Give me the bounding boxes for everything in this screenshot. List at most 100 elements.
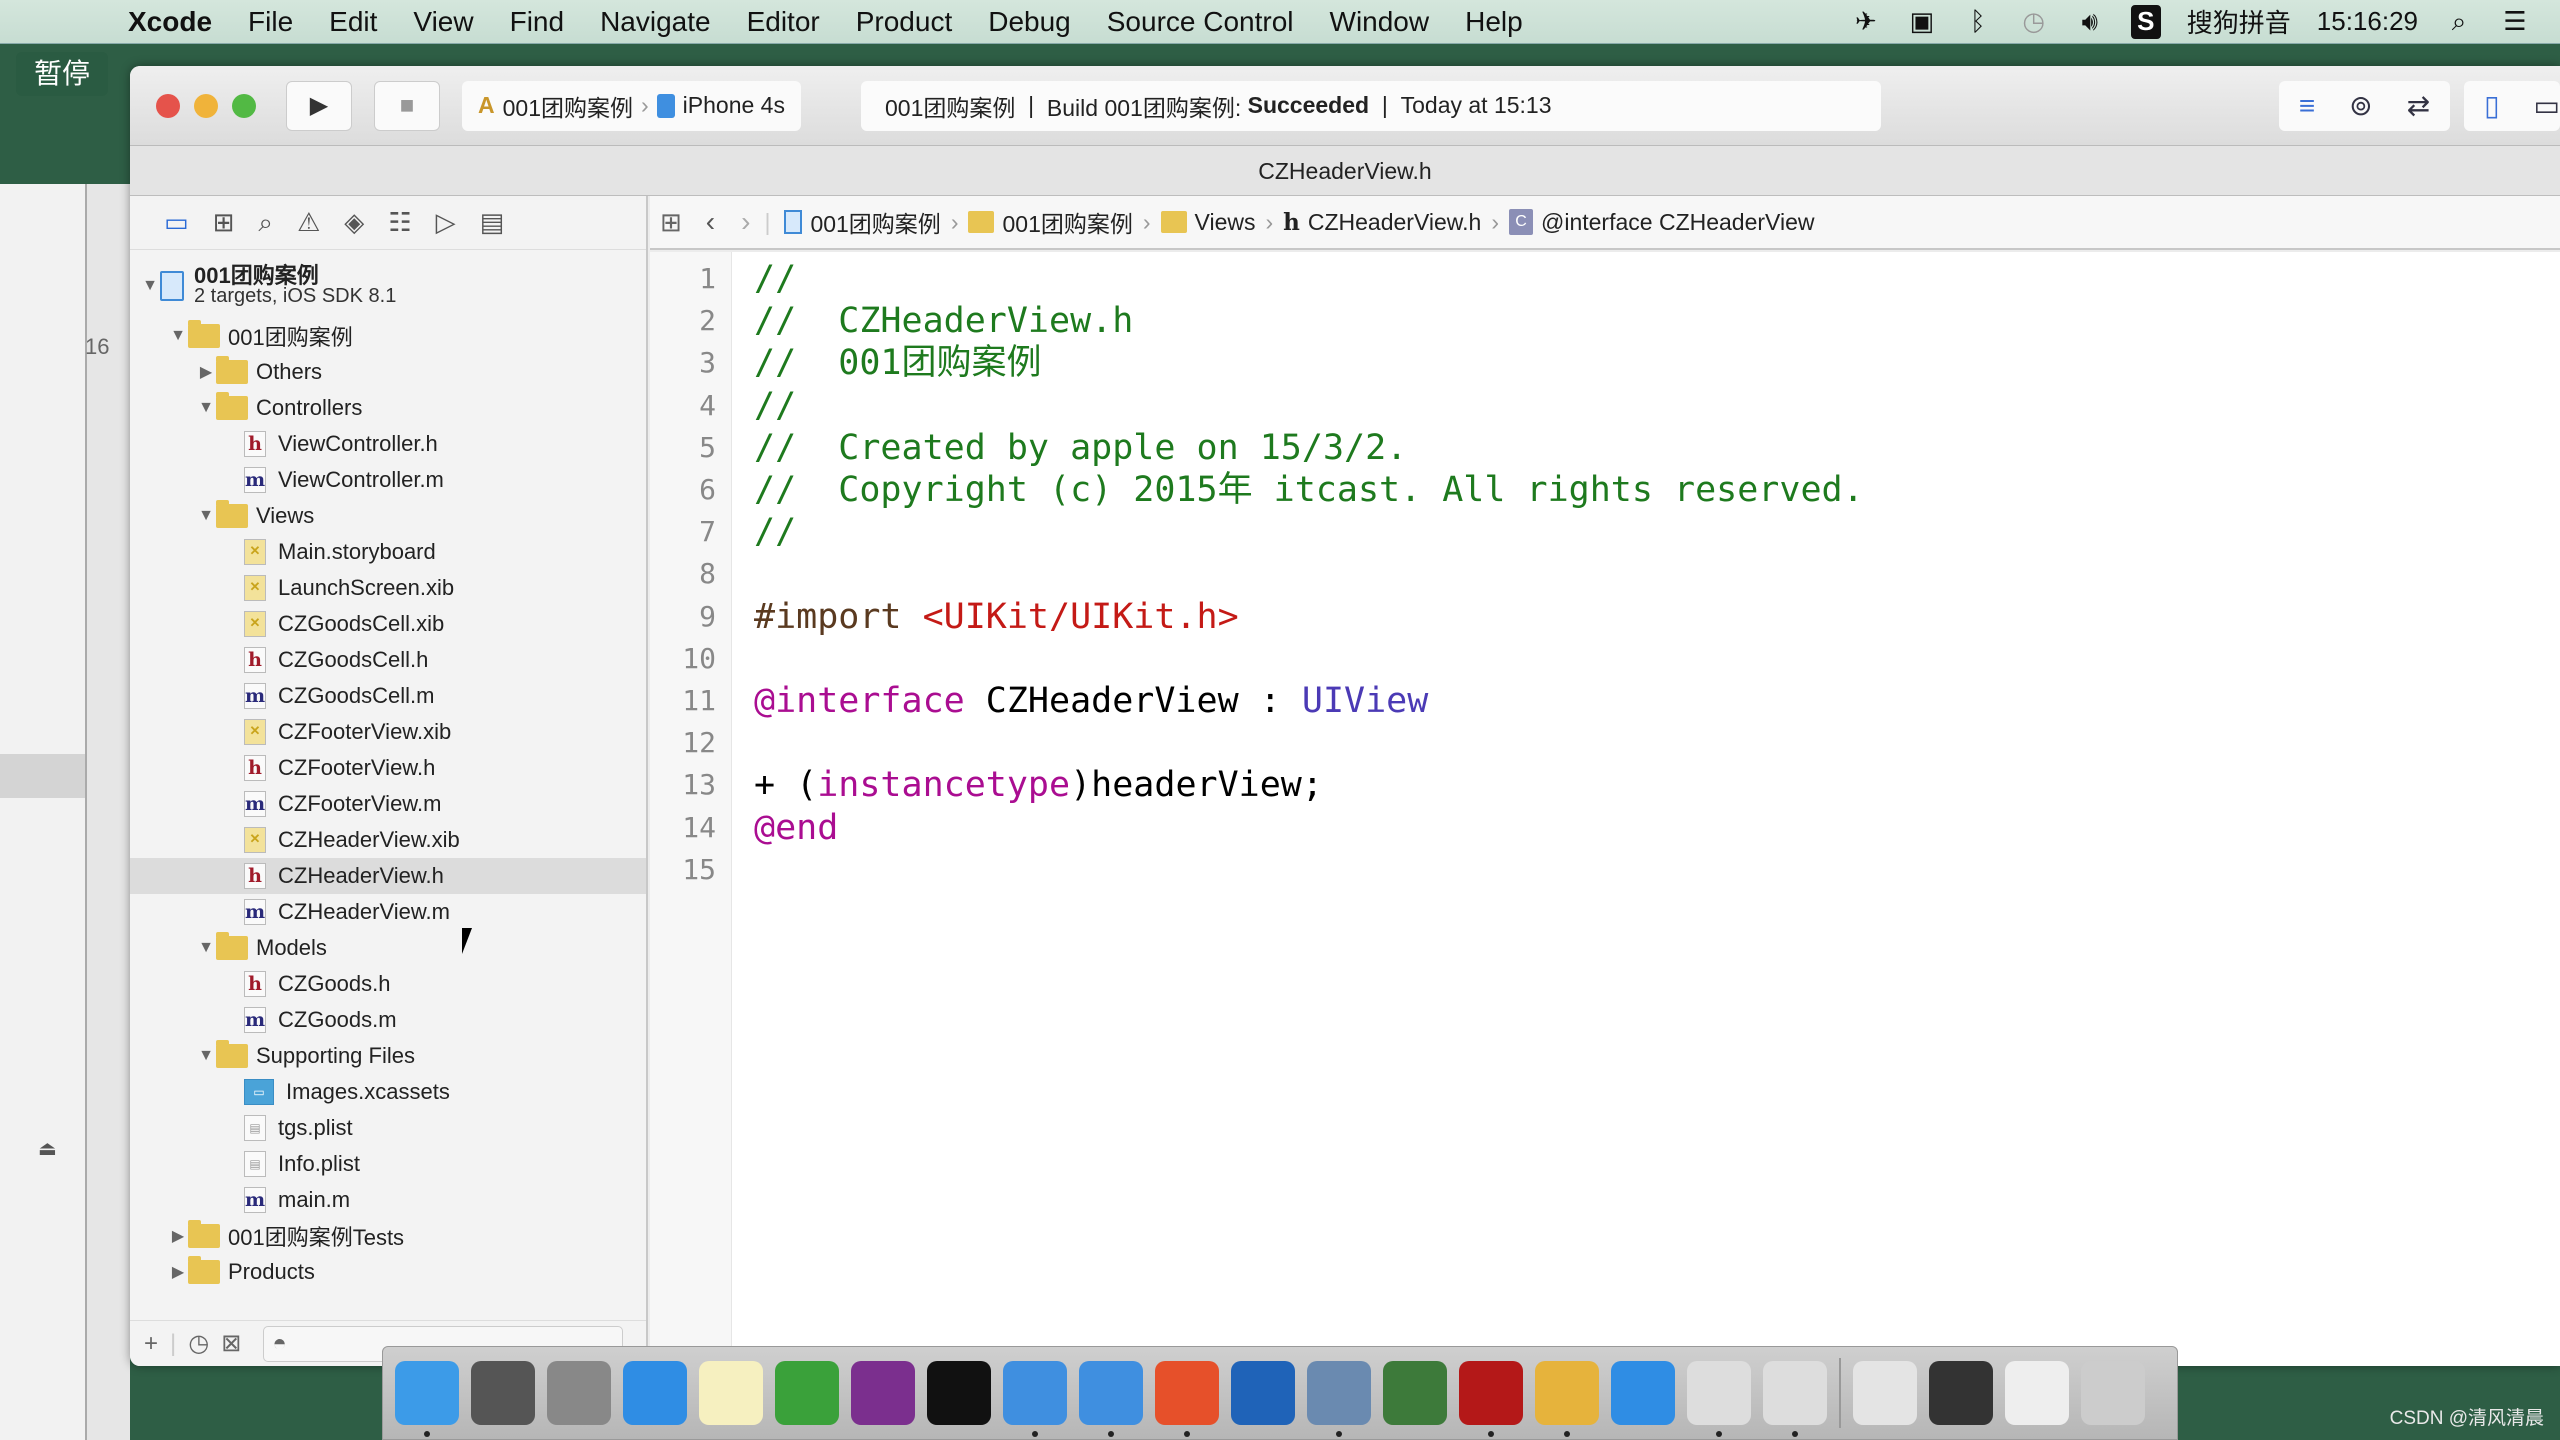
run-button[interactable]: ▶ [286,80,352,131]
disclosure-closed-icon[interactable]: ▶ [168,1226,188,1246]
dock-safari-icon[interactable] [623,1361,687,1425]
disclosure-open-icon[interactable]: ▼ [196,399,216,417]
assistant-editor-icon[interactable]: ⊚ [2349,89,2372,122]
dock-notes-icon[interactable] [699,1361,763,1425]
code-line[interactable]: 13 + (instancetype)headerView; [650,764,2560,806]
toggle-navigator-icon[interactable]: ▯ [2484,89,2499,122]
tree-file-row[interactable]: h CZGoods.h [130,966,646,1002]
code-line[interactable]: 8 [650,553,2560,595]
project-root-row[interactable]: ▼ 001团购案例 2 targets, iOS SDK 8.1 [130,254,646,318]
code-line[interactable]: 3 // 001团购案例 [650,342,2560,384]
disclosure-closed-icon[interactable]: ▶ [168,1262,188,1282]
code-line[interactable]: 6 // Copyright (c) 2015年 itcast. All righ… [650,469,2560,511]
breadcrumb-group[interactable]: 001团购案例 [968,205,1133,239]
dock-trash-icon[interactable] [2081,1361,2145,1425]
dock-sketch-tool-icon[interactable] [1535,1361,1599,1437]
dock-desktop-stack-icon[interactable] [1929,1361,1993,1425]
menu-help[interactable]: Help [1447,6,1541,38]
tree-file-row[interactable]: ✕ Main.storyboard [130,534,646,570]
tree-group-row[interactable]: ▼ 001团购案例 [130,318,646,354]
bluetooth-icon[interactable]: ᛒ [1963,5,1993,39]
menu-edit[interactable]: Edit [311,6,395,38]
code-line[interactable]: 14 @end [650,807,2560,849]
breadcrumb-symbol[interactable]: C @interface CZHeaderView [1509,209,1814,236]
code-line[interactable]: 10 [650,638,2560,680]
tree-file-row[interactable]: m CZHeaderView.m [130,894,646,930]
tree-group-row[interactable]: ▼ Views [130,498,646,534]
back-icon[interactable]: ‹ [706,206,715,238]
disclosure-open-icon[interactable]: ▼ [196,939,216,957]
scheme-selector[interactable]: A 001团购案例 › iPhone 4s [462,80,801,131]
source-editor[interactable]: 1 // 2 // CZHeaderView.h 3 // 001团购案例 4 // 5 // C… [650,252,2560,1366]
device-name[interactable]: iPhone 4s [683,92,785,119]
tree-file-row[interactable]: ▤ Info.plist [130,1146,646,1182]
dock-ftp-client-icon[interactable] [1383,1361,1447,1425]
standard-editor-icon[interactable]: ≡ [2299,90,2315,122]
dock-system-preferences-icon[interactable] [471,1361,535,1425]
spotlight-icon[interactable]: ⌕ [2444,5,2474,39]
notification-center-icon[interactable]: ☰ [2500,5,2530,39]
disclosure-open-icon[interactable]: ▼ [196,1047,216,1065]
disclosure-closed-icon[interactable]: ▶ [196,362,216,382]
breakpoint-navigator-tab-icon[interactable]: ▷ [436,207,456,238]
dock-launchpad-icon[interactable] [547,1361,611,1425]
tree-group-row[interactable]: ▶ Products [130,1254,646,1290]
menu-product[interactable]: Product [838,6,971,38]
recent-files-icon[interactable]: ◷ [188,1329,209,1358]
breadcrumb-project[interactable]: 001团购案例 [784,205,941,239]
tree-file-row[interactable]: h CZFooterView.h [130,750,646,786]
add-file-icon[interactable]: + [144,1330,158,1358]
dock-screenshot-tool-icon[interactable] [1231,1361,1295,1425]
dock-xmind-icon[interactable] [775,1361,839,1425]
dock-video-converter-icon[interactable] [1307,1361,1371,1437]
forward-icon[interactable]: › [741,206,750,238]
menu-source-control[interactable]: Source Control [1089,6,1312,38]
input-method-label[interactable]: 搜狗拼音 [2187,3,2291,40]
dock-downloads-stack-icon[interactable] [1853,1361,1917,1425]
code-line[interactable]: 9 #import <UIKit/UIKit.h> [650,596,2560,638]
symbol-navigator-tab-icon[interactable]: ⊞ [213,207,235,238]
scheme-name[interactable]: 001团购案例 [503,89,633,123]
tree-file-row[interactable]: ✕ CZGoodsCell.xib [130,606,646,642]
code-line[interactable]: 4 // [650,385,2560,427]
dock-onenote-icon[interactable] [851,1361,915,1425]
clock[interactable]: 15:16:29 [2317,6,2418,37]
time-machine-icon[interactable]: ◷ [2019,5,2049,39]
dock-terminal-icon[interactable] [927,1361,991,1425]
disclosure-open-icon[interactable]: ▼ [196,507,216,525]
tree-file-row[interactable]: ▭ Images.xcassets [130,1074,646,1110]
tree-file-row[interactable]: ✕ CZHeaderView.xib [130,822,646,858]
tree-file-row[interactable]: m main.m [130,1182,646,1218]
breadcrumb-file[interactable]: h CZHeaderView.h [1283,209,1481,236]
tree-file-row[interactable]: ✕ LaunchScreen.xib [130,570,646,606]
code-line[interactable]: 12 [650,722,2560,764]
breadcrumb-views[interactable]: Views [1160,209,1255,236]
airplane-icon[interactable]: ✈ [1851,5,1881,39]
report-navigator-tab-icon[interactable]: ▤ [480,207,505,238]
test-navigator-tab-icon[interactable]: ◈ [344,207,364,238]
issue-navigator-tab-icon[interactable]: ⚠ [297,207,320,238]
tree-file-row[interactable]: h CZGoodsCell.h [130,642,646,678]
version-editor-icon[interactable]: ⇄ [2407,89,2430,122]
screen-record-icon[interactable]: ▣ [1907,5,1937,39]
tree-group-row[interactable]: ▼ Controllers [130,390,646,426]
menu-editor[interactable]: Editor [729,6,838,38]
code-line[interactable]: 1 // [650,258,2560,300]
menu-window[interactable]: Window [1312,6,1448,38]
related-items-icon[interactable]: ⊞ [660,207,682,238]
menu-view[interactable]: View [395,6,491,38]
volume-icon[interactable]: 🔊︎ [2075,5,2105,39]
code-line[interactable]: 7 // [650,511,2560,553]
tree-file-row[interactable]: m ViewController.m [130,462,646,498]
tree-group-row[interactable]: ▶ 001团购案例Tests [130,1218,646,1254]
tree-file-row[interactable]: h ViewController.h [130,426,646,462]
pause-button[interactable]: 暂停 [16,52,108,96]
disclosure-open-icon[interactable]: ▼ [140,277,160,295]
dock-word-icon[interactable] [1611,1361,1675,1425]
tree-file-row[interactable]: h CZHeaderView.h [130,858,646,894]
dock-xcode-icon[interactable] [1003,1361,1067,1437]
code-line[interactable]: 5 // Created by apple on 15/3/2. [650,427,2560,469]
find-navigator-tab-icon[interactable]: ⌕ [258,207,273,239]
dock-instruments-b-icon[interactable] [1763,1361,1827,1437]
tree-file-row[interactable]: m CZGoodsCell.m [130,678,646,714]
